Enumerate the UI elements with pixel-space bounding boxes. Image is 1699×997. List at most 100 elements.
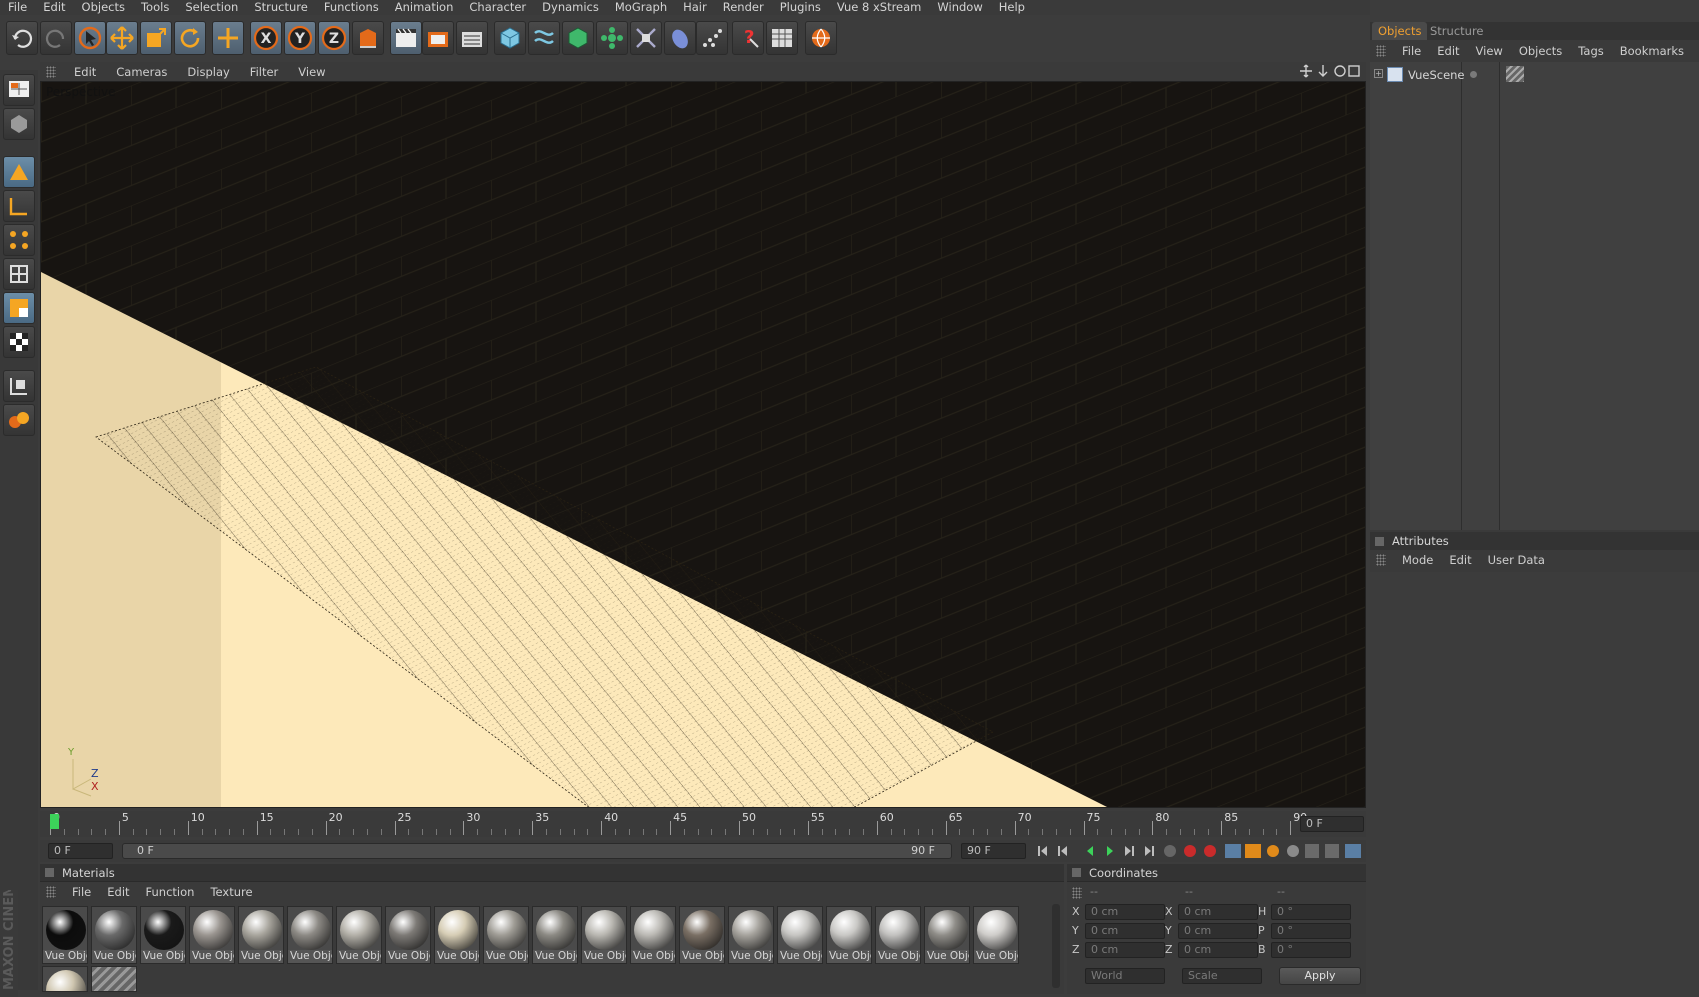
expand-icon[interactable]: + bbox=[1374, 69, 1383, 78]
array-button[interactable] bbox=[596, 21, 628, 55]
material-swatch[interactable]: Vue Obje bbox=[973, 906, 1019, 964]
viewport-menu-view[interactable]: View bbox=[288, 65, 335, 79]
tab-objects[interactable]: Objects bbox=[1372, 22, 1428, 40]
material-swatch[interactable]: Vue Obje bbox=[91, 906, 137, 964]
objects-menu-view[interactable]: View bbox=[1468, 44, 1511, 58]
menu-vue-8-xstream[interactable]: Vue 8 xStream bbox=[829, 0, 930, 15]
z-axis-button[interactable]: Z bbox=[318, 21, 350, 55]
apply-button[interactable]: Apply bbox=[1279, 967, 1361, 985]
materials-menu-texture[interactable]: Texture bbox=[202, 885, 260, 899]
scale-mode-select[interactable]: Scale bbox=[1182, 968, 1262, 984]
menu-edit[interactable]: Edit bbox=[35, 0, 73, 15]
current-frame-field[interactable]: 0 F bbox=[1300, 816, 1364, 832]
material-swatch[interactable]: Vue Obje bbox=[679, 906, 725, 964]
help-button[interactable]: ? bbox=[732, 21, 764, 55]
coord-value-field[interactable]: 0 cm bbox=[1085, 923, 1165, 939]
menu-window[interactable]: Window bbox=[929, 0, 990, 15]
coord-value-field[interactable]: 0 ° bbox=[1271, 942, 1351, 958]
object-mode-button[interactable] bbox=[3, 108, 35, 140]
edges-mode-button[interactable] bbox=[3, 258, 35, 290]
menu-file[interactable]: File bbox=[0, 0, 35, 15]
viewport-layout-button[interactable] bbox=[3, 74, 35, 106]
material-swatch[interactable]: Vue Obje bbox=[238, 906, 284, 964]
perspective-viewport[interactable]: Perspective Y Z X bbox=[40, 81, 1366, 808]
particle-button[interactable] bbox=[696, 21, 728, 55]
menu-help[interactable]: Help bbox=[991, 0, 1033, 15]
menu-render[interactable]: Render bbox=[715, 0, 772, 15]
playhead[interactable] bbox=[50, 814, 59, 829]
material-swatch[interactable]: Vue Obje bbox=[189, 906, 235, 964]
viewport-menu-edit[interactable]: Edit bbox=[64, 65, 106, 79]
visibility-dot-icon[interactable] bbox=[1470, 71, 1477, 78]
menu-dynamics[interactable]: Dynamics bbox=[534, 0, 607, 15]
objects-menu-file[interactable]: File bbox=[1394, 44, 1429, 58]
material-swatch[interactable]: Vue Obje bbox=[42, 906, 88, 964]
workplane-button[interactable] bbox=[3, 326, 35, 358]
objects-menu-edit[interactable]: Edit bbox=[1429, 44, 1467, 58]
y-axis-button[interactable]: Y bbox=[284, 21, 316, 55]
material-swatch[interactable]: Vue Obje bbox=[630, 906, 676, 964]
rotate-button[interactable] bbox=[174, 21, 206, 55]
objects-menu-tags[interactable]: Tags bbox=[1570, 44, 1611, 58]
material-swatch[interactable]: Vue Obje bbox=[532, 906, 578, 964]
scale-button[interactable] bbox=[140, 21, 172, 55]
tree-item-vuescene[interactable]: + VueScene bbox=[1374, 66, 1694, 84]
attributes-menu-user-data[interactable]: User Data bbox=[1480, 553, 1553, 567]
viewport-menu-filter[interactable]: Filter bbox=[240, 65, 288, 79]
tab-structure[interactable]: Structure bbox=[1424, 22, 1490, 40]
materials-menu-edit[interactable]: Edit bbox=[99, 885, 137, 899]
deformer-button[interactable] bbox=[630, 21, 662, 55]
menu-selection[interactable]: Selection bbox=[177, 0, 246, 15]
cube-button[interactable] bbox=[494, 21, 526, 55]
grip-icon[interactable] bbox=[1376, 554, 1386, 566]
snap-button[interactable] bbox=[3, 404, 35, 436]
texture-axis-button[interactable] bbox=[3, 370, 35, 402]
menu-animation[interactable]: Animation bbox=[387, 0, 462, 15]
points-mode-button[interactable] bbox=[3, 224, 35, 256]
material-swatch[interactable]: Vue Obje bbox=[924, 906, 970, 964]
material-swatch[interactable]: Vue Obje bbox=[483, 906, 529, 964]
scene-button[interactable] bbox=[664, 21, 696, 55]
render-picture-viewer-button[interactable] bbox=[422, 21, 454, 55]
material-swatch[interactable]: Vue Obje bbox=[875, 906, 921, 964]
material-swatch[interactable]: Vue Obje bbox=[385, 906, 431, 964]
add-move-button[interactable] bbox=[212, 21, 244, 55]
vue-button[interactable] bbox=[805, 21, 837, 55]
panel-toggle-icon[interactable] bbox=[1375, 536, 1384, 546]
timeline-ruler[interactable]: 051015202530354045505560657075808590 0 F bbox=[40, 811, 1366, 837]
coord-value-field[interactable]: 0 ° bbox=[1271, 904, 1351, 920]
objects-menu-objects[interactable]: Objects bbox=[1511, 44, 1570, 58]
menu-character[interactable]: Character bbox=[461, 0, 534, 15]
menu-structure[interactable]: Structure bbox=[246, 0, 316, 15]
move-button[interactable] bbox=[106, 21, 138, 55]
texture-mode-button[interactable] bbox=[3, 190, 35, 222]
texture-tag-icon[interactable] bbox=[1506, 66, 1524, 82]
coord-value-field[interactable]: 0 cm bbox=[1178, 942, 1258, 958]
menu-mograph[interactable]: MoGraph bbox=[607, 0, 675, 15]
end-frame-field[interactable]: 90 F bbox=[961, 843, 1026, 859]
polygons-mode-button[interactable] bbox=[3, 292, 35, 324]
model-mode-button[interactable] bbox=[3, 156, 35, 188]
materials-menu-file[interactable]: File bbox=[64, 885, 99, 899]
spline-button[interactable] bbox=[528, 21, 560, 55]
coordinate-mode-select[interactable]: World bbox=[1085, 968, 1165, 984]
menu-hair[interactable]: Hair bbox=[675, 0, 715, 15]
coord-value-field[interactable]: 0 cm bbox=[1178, 904, 1258, 920]
coord-value-field[interactable]: 0 cm bbox=[1085, 904, 1165, 920]
menu-plugins[interactable]: Plugins bbox=[772, 0, 829, 15]
viewport-menu-display[interactable]: Display bbox=[177, 65, 239, 79]
material-swatch[interactable]: Vue Obje bbox=[581, 906, 627, 964]
material-swatch[interactable]: Vue Obje bbox=[336, 906, 382, 964]
coord-value-field[interactable]: 0 ° bbox=[1271, 923, 1351, 939]
menu-functions[interactable]: Functions bbox=[316, 0, 387, 15]
coordinate-system-button[interactable] bbox=[352, 21, 384, 55]
frame-range-slider[interactable]: 0 F 90 F bbox=[122, 843, 952, 859]
material-swatch[interactable]: Vue Obje bbox=[777, 906, 823, 964]
grip-icon[interactable] bbox=[1072, 887, 1082, 899]
menu-objects[interactable]: Objects bbox=[74, 0, 133, 15]
material-swatch[interactable]: Vue Obje bbox=[140, 906, 186, 964]
panel-toggle-icon[interactable] bbox=[1072, 868, 1081, 877]
menu-tools[interactable]: Tools bbox=[133, 0, 177, 15]
live-selection-button[interactable] bbox=[74, 21, 106, 55]
x-axis-button[interactable]: X bbox=[250, 21, 282, 55]
